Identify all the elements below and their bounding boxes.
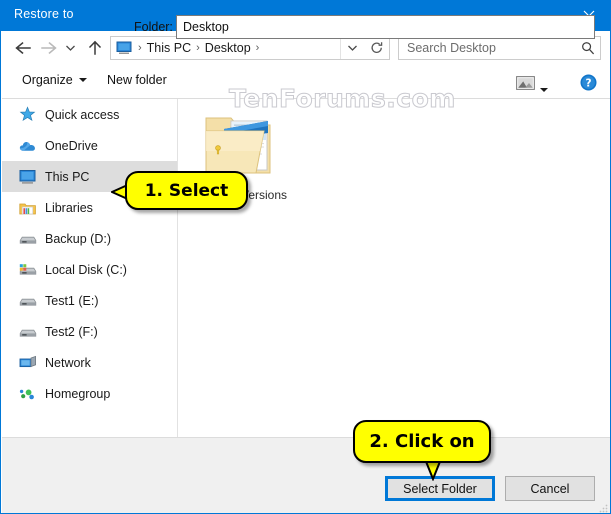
help-icon: ? bbox=[580, 74, 597, 91]
change-view-button[interactable] bbox=[515, 74, 535, 91]
system-drive-icon bbox=[19, 261, 41, 279]
chevron-down-icon bbox=[347, 45, 357, 51]
change-view-icon bbox=[515, 75, 535, 90]
help-button[interactable]: ? bbox=[580, 74, 597, 91]
folder-field-label: Folder: bbox=[134, 20, 173, 34]
sidebar-item-label: Quick access bbox=[45, 107, 120, 122]
folder-picker-dialog: Restore to › This PC › Desktop › Search … bbox=[0, 0, 611, 514]
refresh-button[interactable] bbox=[364, 37, 389, 59]
back-button[interactable] bbox=[10, 35, 36, 61]
address-bar[interactable]: › This PC › Desktop › bbox=[110, 36, 390, 60]
search-box[interactable]: Search Desktop bbox=[398, 36, 601, 60]
sidebar-item-label: Backup (D:) bbox=[45, 231, 111, 246]
sidebar-item-quick-access[interactable]: Quick access bbox=[2, 99, 177, 130]
navigation-pane: Quick access OneDrive This PC Libraries … bbox=[2, 99, 178, 437]
recent-locations-button[interactable] bbox=[61, 35, 80, 61]
sidebar-item-label: OneDrive bbox=[45, 138, 98, 153]
sidebar-item-label: This PC bbox=[45, 169, 90, 184]
breadcrumb-separator: › bbox=[196, 41, 200, 54]
drive-icon bbox=[19, 292, 41, 310]
change-view-dropdown-button[interactable] bbox=[540, 79, 548, 97]
sidebar-item-label: Homegroup bbox=[45, 386, 111, 401]
new-folder-button[interactable]: New folder bbox=[107, 73, 167, 87]
forward-button[interactable] bbox=[36, 35, 62, 61]
breadcrumb-desktop[interactable]: Desktop bbox=[205, 41, 251, 55]
this-pc-icon bbox=[115, 40, 133, 56]
libraries-icon bbox=[19, 199, 41, 217]
sidebar-item-network[interactable]: Network bbox=[2, 347, 177, 378]
folder-name-input[interactable]: Desktop bbox=[176, 15, 595, 39]
up-arrow-icon bbox=[88, 40, 102, 55]
callout-click-on: 2. Click on bbox=[353, 420, 491, 463]
star-icon bbox=[19, 106, 41, 124]
folder-name-value: Desktop bbox=[183, 20, 229, 34]
callout-select: 1. Select bbox=[125, 171, 248, 210]
sidebar-item-label: Test1 (E:) bbox=[45, 293, 99, 308]
cloud-icon bbox=[19, 137, 41, 155]
sidebar-item-test2-f[interactable]: Test2 (F:) bbox=[2, 316, 177, 347]
sidebar-item-onedrive[interactable]: OneDrive bbox=[2, 130, 177, 161]
cancel-button[interactable]: Cancel bbox=[505, 476, 595, 501]
sidebar-item-label: Local Disk (C:) bbox=[45, 262, 127, 277]
up-button[interactable] bbox=[82, 35, 108, 61]
address-dropdown-button[interactable] bbox=[340, 37, 363, 59]
monitor-icon bbox=[19, 168, 41, 186]
svg-text:?: ? bbox=[585, 78, 591, 90]
sidebar-item-backup-d[interactable]: Backup (D:) bbox=[2, 223, 177, 254]
breadcrumb-separator: › bbox=[138, 41, 142, 54]
sidebar-item-local-disk-c[interactable]: Local Disk (C:) bbox=[2, 254, 177, 285]
sidebar-item-label: Test2 (F:) bbox=[45, 324, 98, 339]
breadcrumb-this-pc[interactable]: This PC bbox=[147, 41, 191, 55]
refresh-icon bbox=[370, 42, 382, 54]
sidebar-item-homegroup[interactable]: Homegroup bbox=[2, 378, 177, 409]
window-title: Restore to bbox=[14, 7, 74, 21]
back-arrow-icon bbox=[15, 41, 31, 55]
organize-label: Organize bbox=[22, 73, 73, 87]
file-list-pane[interactable]: Previous Versions bbox=[179, 99, 610, 437]
new-folder-label: New folder bbox=[107, 73, 167, 87]
command-toolbar: Organize New folder ? bbox=[2, 66, 610, 99]
sidebar-item-label: Network bbox=[45, 355, 91, 370]
caret-down-icon bbox=[78, 78, 87, 82]
recent-locations-chevron-icon bbox=[66, 45, 75, 51]
drive-icon bbox=[19, 323, 41, 341]
sidebar-item-test1-e[interactable]: Test1 (E:) bbox=[2, 285, 177, 316]
forward-arrow-icon bbox=[41, 41, 57, 55]
search-input[interactable]: Search Desktop bbox=[407, 41, 576, 55]
drive-icon bbox=[19, 230, 41, 248]
organize-button[interactable]: Organize bbox=[22, 73, 87, 87]
search-icon bbox=[576, 41, 600, 55]
network-icon bbox=[19, 354, 41, 372]
resize-grip-icon[interactable] bbox=[598, 501, 608, 513]
homegroup-icon bbox=[19, 385, 41, 403]
sidebar-item-label: Libraries bbox=[45, 200, 93, 215]
breadcrumb-separator: › bbox=[255, 41, 260, 54]
caret-down-icon bbox=[540, 88, 548, 92]
